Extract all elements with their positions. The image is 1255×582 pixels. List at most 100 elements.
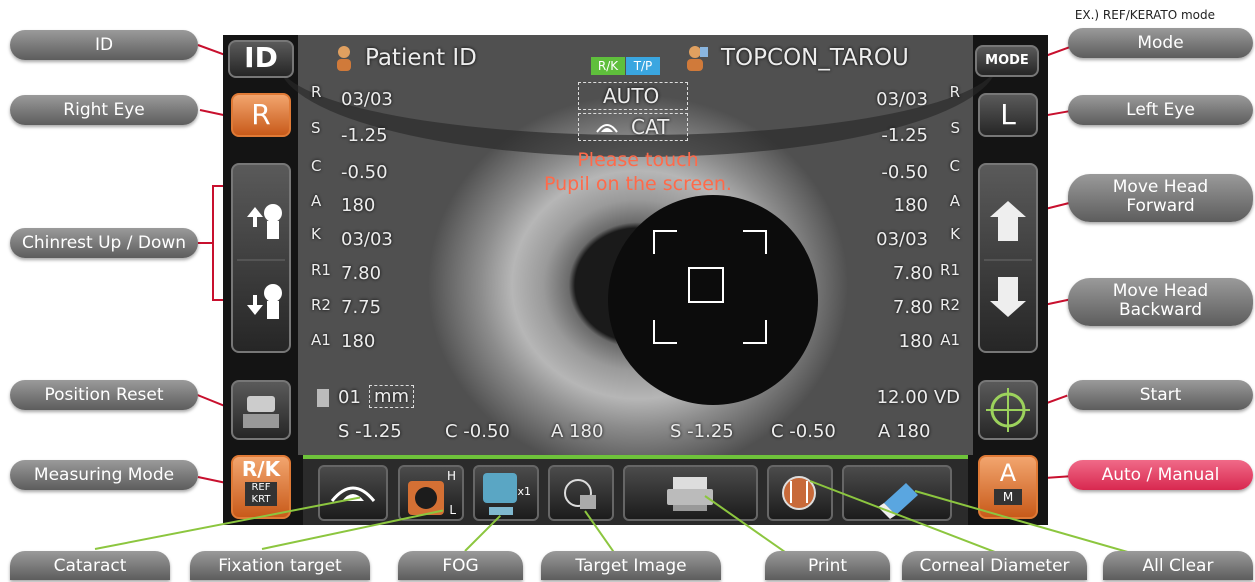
callout-mode: Mode bbox=[1068, 28, 1253, 58]
h-label: H bbox=[446, 469, 456, 483]
summary-left-c: C -0.50 bbox=[771, 421, 836, 442]
left-label-s: S bbox=[311, 119, 321, 137]
x1-label: x1 bbox=[517, 485, 531, 498]
right-label-c: C bbox=[949, 157, 960, 175]
right-eye-button[interactable]: R bbox=[231, 93, 291, 137]
callout-print: Print bbox=[765, 551, 890, 580]
right-value-c: -0.50 bbox=[881, 162, 928, 183]
corneal-diameter-icon bbox=[782, 476, 816, 510]
callout-target-image: Target Image bbox=[541, 551, 721, 580]
left-value-a1: 180 bbox=[341, 331, 376, 352]
left-label-c: C bbox=[311, 157, 322, 175]
right-label-s: S bbox=[950, 119, 960, 137]
right-value-k: 03/03 bbox=[876, 229, 928, 250]
crosshair-icon bbox=[986, 388, 1030, 432]
rk-badge: R/K bbox=[591, 57, 625, 75]
index-number: 01 bbox=[338, 387, 361, 408]
cataract-icon bbox=[596, 124, 618, 133]
auto-manual-button[interactable]: A M bbox=[978, 455, 1038, 519]
printer-icon bbox=[667, 477, 713, 511]
move-head-icons bbox=[984, 201, 1032, 317]
right-label-a: A bbox=[949, 192, 960, 210]
right-label-a1: A1 bbox=[940, 331, 960, 349]
eraser-icon bbox=[878, 483, 918, 519]
right-value-s: -1.25 bbox=[881, 125, 928, 146]
patient-icon bbox=[337, 46, 351, 71]
right-value-r: 03/03 bbox=[876, 89, 928, 110]
left-label-a1: A1 bbox=[311, 331, 331, 349]
summary-right-c: C -0.50 bbox=[445, 421, 510, 442]
position-reset-button[interactable] bbox=[231, 380, 291, 440]
left-value-a: 180 bbox=[341, 195, 376, 216]
rk-label: R/K bbox=[241, 457, 281, 481]
message-line-1: Please touch bbox=[577, 149, 699, 171]
a-label: A bbox=[999, 459, 1017, 487]
move-head-control[interactable] bbox=[978, 163, 1038, 353]
right-value-a: 180 bbox=[893, 195, 928, 216]
left-value-s: -1.25 bbox=[341, 125, 388, 146]
left-label-r: R bbox=[311, 83, 322, 101]
m-label: M bbox=[994, 489, 1022, 505]
left-value-r: 03/03 bbox=[341, 89, 393, 110]
left-value-k: 03/03 bbox=[341, 229, 393, 250]
summary-right-s: S -1.25 bbox=[338, 421, 402, 442]
cataract-tool-icon bbox=[330, 486, 376, 502]
target-image-button[interactable] bbox=[548, 465, 614, 521]
id-button[interactable]: ID bbox=[228, 40, 294, 78]
callout-measuring-mode: Measuring Mode bbox=[10, 460, 198, 490]
summary-left-a: A 180 bbox=[878, 421, 931, 442]
fog-button[interactable]: x1 bbox=[473, 465, 539, 521]
auto-label: AUTO bbox=[603, 84, 660, 108]
left-label-a: A bbox=[311, 192, 322, 210]
right-label-r1: R1 bbox=[940, 261, 960, 279]
print-button[interactable] bbox=[623, 465, 758, 521]
cat-label: CAT bbox=[631, 115, 670, 139]
measuring-mode-button[interactable]: R/K REF KRT bbox=[231, 455, 291, 519]
left-eye-button[interactable]: L bbox=[978, 93, 1038, 137]
tp-badge: T/P bbox=[626, 57, 660, 75]
right-value-a1: 180 bbox=[898, 331, 933, 352]
callout-position-reset: Position Reset bbox=[10, 380, 198, 410]
chinrest-control[interactable] bbox=[231, 163, 291, 353]
l-label: L bbox=[449, 503, 456, 517]
auto-box[interactable]: AUTO bbox=[578, 82, 688, 110]
callout-auto-manual: Auto / Manual bbox=[1068, 460, 1253, 490]
target-square bbox=[688, 267, 724, 303]
callout-corneal: Corneal Diameter bbox=[902, 551, 1087, 580]
cataract-button[interactable] bbox=[318, 465, 388, 521]
mode-button[interactable]: MODE bbox=[975, 45, 1039, 77]
left-label-k: K bbox=[311, 225, 321, 243]
summary-right-a: A 180 bbox=[551, 421, 604, 442]
callout-right-eye: Right Eye bbox=[10, 95, 198, 125]
right-label-k: K bbox=[950, 225, 960, 243]
callout-cataract: Cataract bbox=[10, 551, 170, 580]
start-button[interactable] bbox=[978, 380, 1038, 440]
chinrest-line bbox=[198, 242, 214, 244]
callout-all-clear: All Clear bbox=[1103, 551, 1253, 580]
vd-value: 12.00 VD bbox=[876, 387, 960, 408]
left-value-r2: 7.75 bbox=[341, 297, 382, 318]
patient-name: TOPCON_TAROU bbox=[721, 45, 909, 71]
cat-box: CAT bbox=[578, 113, 688, 141]
corneal-diameter-button[interactable] bbox=[767, 465, 833, 521]
left-value-c: -0.50 bbox=[341, 162, 388, 183]
krt-label: KRT bbox=[245, 494, 277, 506]
position-reset-icon bbox=[243, 396, 279, 428]
patient-id-label[interactable]: Patient ID bbox=[365, 45, 477, 71]
callout-id: ID bbox=[10, 30, 198, 60]
summary-left-s: S -1.25 bbox=[670, 421, 734, 442]
patient-name-icon bbox=[687, 46, 708, 71]
callout-start: Start bbox=[1068, 380, 1253, 410]
callout-fixation: Fixation target bbox=[190, 551, 370, 580]
message-line-2: Pupil on the screen. bbox=[544, 173, 732, 195]
right-value-r2: 7.80 bbox=[892, 297, 933, 318]
ref-label: REF bbox=[245, 482, 277, 494]
target-image-icon bbox=[564, 479, 596, 509]
right-label-r: R bbox=[949, 83, 960, 101]
left-label-r1: R1 bbox=[311, 261, 331, 279]
mode-caption: EX.) REF/KERATO mode bbox=[1074, 8, 1215, 22]
chinrest-icons bbox=[237, 204, 285, 319]
callout-move-backward: Move Head Backward bbox=[1068, 278, 1253, 326]
mm-label[interactable]: mm bbox=[369, 385, 415, 408]
left-label-r2: R2 bbox=[311, 296, 331, 314]
